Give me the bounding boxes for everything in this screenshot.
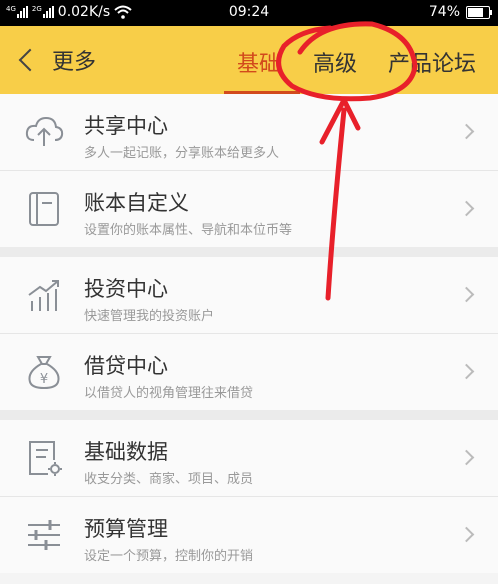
status-bar: 4G 2G 0.02K/s 09:24 74% <box>0 0 498 26</box>
status-right: 74% <box>428 4 492 20</box>
header-bar: 更多 基础 高级 产品论坛 <box>0 26 498 94</box>
item-subtitle: 设定一个预算，控制你的开销 <box>84 549 254 564</box>
list-item-shared-center[interactable]: 共享中心 多人一起记账，分享账本给更多人 <box>0 94 498 171</box>
chevron-right-icon <box>458 200 475 217</box>
list-item-lending-center[interactable]: ¥ 借贷中心 以借贷人的视角管理往来借贷 <box>0 334 498 410</box>
item-subtitle: 多人一起记账，分享账本给更多人 <box>84 146 280 161</box>
item-title: 借贷中心 <box>84 354 168 378</box>
cloud-share-icon <box>25 116 64 146</box>
tab-advanced[interactable]: 高级 <box>313 46 357 78</box>
back-label: 更多 <box>52 50 97 75</box>
book-icon <box>29 192 59 226</box>
list-item-basic-data[interactable]: 基础数据 收支分类、商家、项目、成员 <box>0 420 498 497</box>
chevron-right-icon <box>458 449 475 466</box>
battery-fill <box>468 7 483 17</box>
list-item-investment-center[interactable]: 投资中心 快速管理我的投资账户 <box>0 257 498 334</box>
chevron-right-icon <box>458 123 475 140</box>
list-item-ledger-customize[interactable]: 账本自定义 设置你的账本属性、导航和本位币等 <box>0 171 498 247</box>
tab-basic[interactable]: 基础 <box>237 46 281 78</box>
section-divider <box>0 247 498 257</box>
battery-percent: 74% <box>428 4 460 20</box>
section-divider <box>0 410 498 420</box>
money-bag-icon: ¥ <box>28 356 60 390</box>
tab-product-forum[interactable]: 产品论坛 <box>388 46 476 78</box>
chevron-right-icon <box>458 286 475 303</box>
clock: 09:24 <box>228 4 270 20</box>
item-subtitle: 设置你的账本属性、导航和本位币等 <box>84 223 293 238</box>
feature-list: 共享中心 多人一起记账，分享账本给更多人 账本自定义 设置你的账本属性、导航和本… <box>0 94 498 573</box>
item-title: 基础数据 <box>84 440 168 464</box>
battery-icon <box>466 5 492 19</box>
item-title: 账本自定义 <box>84 191 189 215</box>
item-title: 投资中心 <box>84 277 168 301</box>
data-settings-icon <box>29 441 62 476</box>
chevron-right-icon <box>458 526 475 543</box>
item-subtitle: 收支分类、商家、项目、成员 <box>84 472 254 487</box>
svg-text:¥: ¥ <box>40 372 48 387</box>
item-subtitle: 以借贷人的视角管理往来借贷 <box>84 386 254 401</box>
chevron-left-icon <box>18 48 42 72</box>
chevron-right-icon <box>458 363 475 380</box>
list-item-budget[interactable]: 预算管理 设定一个预算，控制你的开销 <box>0 497 498 573</box>
sliders-icon <box>28 520 60 550</box>
item-title: 预算管理 <box>84 517 168 541</box>
item-title: 共享中心 <box>84 114 168 138</box>
item-subtitle: 快速管理我的投资账户 <box>84 309 215 324</box>
back-button[interactable]: 更多 <box>16 42 96 78</box>
chart-icon <box>28 280 59 311</box>
